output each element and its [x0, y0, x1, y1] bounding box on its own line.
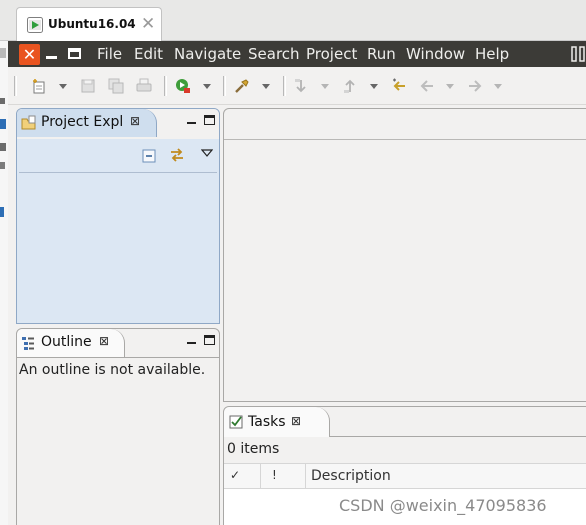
- forward-icon[interactable]: [467, 78, 483, 94]
- outline-close-icon[interactable]: ⊠: [99, 334, 109, 348]
- tasks-column-description[interactable]: Description: [311, 468, 391, 484]
- next-annotation-icon[interactable]: [293, 78, 309, 94]
- toolbar-handle[interactable]: [14, 76, 17, 96]
- new-dropdown-arrow-icon[interactable]: [59, 84, 67, 89]
- next-annotation-dropdown-arrow-icon[interactable]: [321, 84, 329, 89]
- tasks-tab-label: Tasks: [248, 414, 286, 430]
- menu-edit[interactable]: Edit: [134, 45, 163, 63]
- external-tools-dropdown-arrow-icon[interactable]: [262, 84, 270, 89]
- outline-view: Outline ⊠ An outline is not available.: [16, 328, 220, 525]
- save-all-icon[interactable]: [108, 78, 124, 94]
- view-menu-chevron-down-icon[interactable]: [201, 148, 213, 158]
- project-explorer-tab-label: Project Expl: [41, 114, 124, 130]
- project-explorer-maximize-button[interactable]: [204, 115, 215, 125]
- save-icon[interactable]: [80, 78, 96, 94]
- screen: Ubuntu16.04 ✕ ✕ File Edit Navigate Searc…: [0, 0, 586, 525]
- editor-area[interactable]: [223, 108, 586, 402]
- vm-tab-strip: Ubuntu16.04 ✕: [0, 0, 586, 42]
- menu-navigate[interactable]: Navigate: [174, 45, 241, 63]
- window-maximize-button[interactable]: [68, 48, 81, 59]
- collapse-all-icon[interactable]: [142, 149, 156, 163]
- project-explorer-view: Project Expl ⊠: [16, 108, 220, 324]
- tasks-tab[interactable]: Tasks ⊠: [224, 407, 330, 437]
- outline-tab[interactable]: Outline ⊠: [17, 329, 125, 357]
- vm-tab-title: Ubuntu16.04: [48, 17, 136, 31]
- tasks-icon: [229, 415, 243, 429]
- menu-help[interactable]: Help: [475, 45, 509, 63]
- host-window-edge: [0, 41, 8, 525]
- toolbar-separator: [283, 76, 286, 96]
- menu-window[interactable]: Window: [406, 45, 465, 63]
- project-explorer-view-toolbar: [19, 140, 217, 173]
- menu-bar: ✕ File Edit Navigate Search Project Run …: [8, 41, 586, 67]
- toolbar-separator: [223, 76, 226, 96]
- tasks-column-priority[interactable]: !: [272, 468, 277, 482]
- menu-file[interactable]: File: [97, 45, 122, 63]
- outline-icon: [22, 337, 34, 350]
- project-explorer-close-icon[interactable]: ⊠: [130, 114, 140, 128]
- menu-project[interactable]: Project: [306, 45, 357, 63]
- print-icon[interactable]: [136, 78, 152, 94]
- tasks-column-completed[interactable]: ✓: [230, 468, 240, 482]
- last-edit-location-icon[interactable]: [391, 78, 407, 94]
- watermark: CSDN @weixin_47095836: [339, 496, 547, 515]
- menu-search[interactable]: Search: [248, 45, 300, 63]
- forward-dropdown-arrow-icon[interactable]: [494, 84, 502, 89]
- run-icon[interactable]: [175, 78, 191, 94]
- back-dropdown-arrow-icon[interactable]: [446, 84, 454, 89]
- vm-tab-close-button[interactable]: ✕: [141, 14, 155, 34]
- new-wizard-icon[interactable]: [31, 78, 47, 94]
- column-divider: [305, 464, 306, 490]
- column-divider: [260, 464, 261, 490]
- external-tools-icon[interactable]: [234, 78, 250, 94]
- outline-minimize-button[interactable]: [187, 342, 196, 344]
- tasks-item-count: 0 items: [227, 441, 280, 457]
- tasks-table-header: ✓ ! Description: [224, 463, 586, 490]
- previous-annotation-dropdown-arrow-icon[interactable]: [370, 84, 378, 89]
- window-close-button[interactable]: ✕: [19, 44, 40, 65]
- project-explorer-tree[interactable]: [19, 173, 217, 321]
- outline-body: An outline is not available.: [17, 357, 219, 525]
- project-explorer-tab[interactable]: Project Expl ⊠: [17, 109, 157, 137]
- vm-tab[interactable]: Ubuntu16.04 ✕: [16, 7, 162, 42]
- vm-play-icon: [27, 17, 43, 33]
- tasks-close-icon[interactable]: ⊠: [291, 414, 301, 428]
- window-minimize-button[interactable]: [46, 56, 57, 59]
- menu-run[interactable]: Run: [367, 45, 396, 63]
- keyboard-indicator-icon[interactable]: [571, 46, 585, 62]
- link-with-editor-icon[interactable]: [169, 147, 185, 163]
- project-explorer-minimize-button[interactable]: [187, 122, 196, 124]
- host-edge-fragments-icon: [0, 48, 6, 217]
- main-toolbar: [8, 67, 586, 105]
- project-explorer-icon: [21, 115, 36, 130]
- outline-maximize-button[interactable]: [204, 335, 215, 345]
- outline-message: An outline is not available.: [19, 362, 206, 378]
- previous-annotation-icon[interactable]: [342, 78, 358, 94]
- back-icon[interactable]: [419, 78, 435, 94]
- editor-area-divider: [224, 139, 586, 140]
- toolbar-separator: [164, 76, 167, 96]
- run-dropdown-arrow-icon[interactable]: [203, 84, 211, 89]
- outline-tab-label: Outline: [41, 334, 92, 350]
